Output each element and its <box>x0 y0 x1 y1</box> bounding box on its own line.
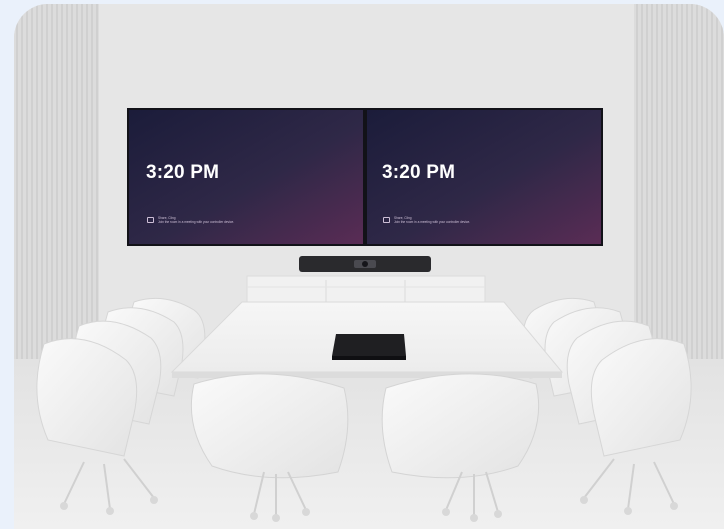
meeting-room-scene: 3:20 PM Share, Cling Join the room in a … <box>14 4 724 529</box>
share-screen-icon <box>147 217 154 223</box>
clock-time-right: 3:20 PM <box>382 162 456 183</box>
notice-body-right: Join the room in a meeting with your con… <box>394 220 471 224</box>
clock-time-left: 3:20 PM <box>146 162 220 183</box>
notice-body-left: Join the room in a meeting with your con… <box>158 220 235 224</box>
room-illustration <box>14 4 724 529</box>
screen-notice-right: Share, Cling Join the room in a meeting … <box>383 216 470 224</box>
share-screen-icon <box>383 217 390 223</box>
touch-controller-icon <box>332 334 406 360</box>
page-frame: 3:20 PM Share, Cling Join the room in a … <box>0 0 724 529</box>
screen-notice-left: Share, Cling Join the room in a meeting … <box>147 216 234 224</box>
video-bar-icon <box>299 256 431 272</box>
